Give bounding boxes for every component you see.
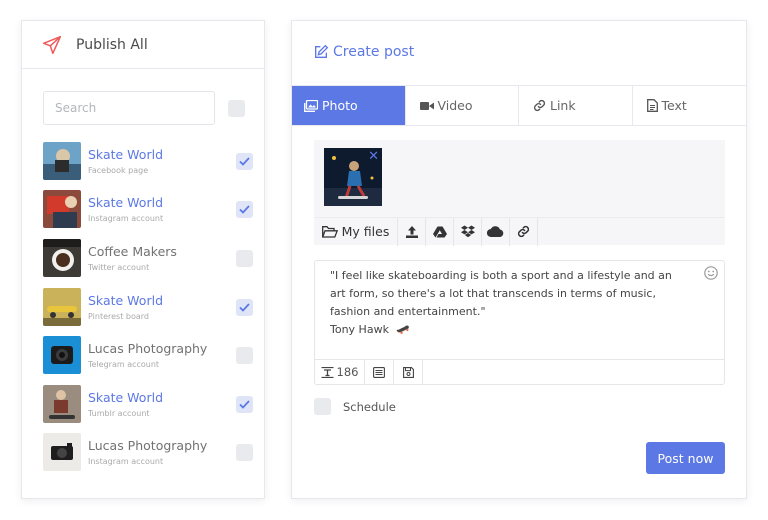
account-name: Lucas Photography (88, 438, 208, 453)
account-checkbox[interactable] (236, 443, 253, 461)
media-thumbnail[interactable]: ✕ (324, 148, 382, 206)
account-checkbox[interactable] (236, 152, 253, 170)
tab-label: Photo (322, 98, 358, 113)
caption-quote: "I feel like skateboarding is both a spo… (330, 269, 672, 318)
dropbox-icon (460, 225, 475, 238)
caption-text-area[interactable]: "I feel like skateboarding is both a spo… (330, 267, 690, 339)
caption-author: Tony Hawk (330, 323, 389, 336)
text-file-icon (646, 99, 658, 112)
create-post-panel: Create post Photo Video Link Text ✕ My f… (291, 20, 747, 499)
edit-icon (315, 44, 329, 58)
skateboard-emoji: 🛹 (395, 323, 410, 336)
account-checkbox[interactable] (236, 298, 253, 316)
save-icon (402, 366, 414, 378)
schedule-option: Schedule (314, 398, 396, 415)
check-icon (239, 399, 250, 409)
avatar (43, 433, 81, 471)
upload-icon (405, 225, 418, 238)
paper-plane-icon (42, 35, 62, 54)
tab-text[interactable]: Text (633, 86, 747, 125)
emoji-picker-icon[interactable] (704, 266, 718, 280)
video-icon (419, 101, 434, 110)
account-row[interactable]: Lucas Photography Instagram account (43, 432, 253, 472)
tab-photo[interactable]: Photo (292, 86, 406, 125)
account-row[interactable]: Skate World Tumblr account (43, 384, 253, 424)
list-icon (373, 366, 385, 378)
check-icon (239, 204, 250, 214)
schedule-checkbox[interactable] (314, 398, 331, 415)
account-type: Instagram account (88, 214, 164, 223)
dropbox-button[interactable] (454, 217, 482, 246)
check-icon (239, 156, 250, 166)
publish-panel-title: Publish All (76, 36, 148, 53)
post-type-tabs: Photo Video Link Text (292, 85, 746, 126)
account-checkbox[interactable] (236, 249, 253, 267)
link-icon (517, 225, 530, 238)
upload-button[interactable] (398, 217, 426, 246)
schedule-label: Schedule (343, 399, 396, 414)
media-source-bar: My files (314, 217, 725, 246)
account-type: Facebook page (88, 166, 149, 175)
account-type: Pinterest board (88, 312, 149, 321)
create-post-header: Create post (313, 44, 414, 60)
account-type: Twitter account (88, 263, 150, 272)
search-input[interactable] (43, 91, 215, 125)
avatar (43, 288, 81, 326)
account-row[interactable]: Lucas Photography Telegram account (43, 335, 253, 375)
avatar (43, 190, 81, 228)
tab-label: Link (550, 98, 576, 113)
cloud-button[interactable] (482, 217, 510, 246)
remove-media-icon[interactable]: ✕ (368, 150, 379, 163)
media-area: ✕ (314, 140, 725, 217)
account-checkbox[interactable] (236, 346, 253, 364)
check-icon (239, 302, 250, 312)
avatar (43, 142, 81, 180)
tab-label: Video (437, 98, 473, 113)
tab-link[interactable]: Link (519, 86, 633, 125)
my-files-button[interactable]: My files (314, 217, 398, 246)
account-row[interactable]: Skate World Instagram account (43, 189, 253, 229)
account-checkbox[interactable] (236, 395, 253, 413)
link-icon (533, 99, 546, 112)
account-row[interactable]: Skate World Pinterest board (43, 287, 253, 327)
google-drive-button[interactable] (426, 217, 454, 246)
account-name: Skate World (88, 390, 163, 405)
format-list-button[interactable] (365, 360, 394, 384)
caption-editor[interactable]: "I feel like skateboarding is both a spo… (314, 260, 725, 385)
google-drive-icon (432, 226, 447, 237)
account-name: Skate World (88, 195, 163, 210)
account-name: Skate World (88, 147, 163, 162)
account-name: Lucas Photography (88, 341, 208, 356)
cloud-icon (487, 226, 504, 237)
editor-toolbar: 186 (315, 359, 724, 384)
post-now-button[interactable]: Post now (646, 442, 725, 474)
account-name: Coffee Makers (88, 244, 177, 259)
account-name: Skate World (88, 293, 163, 308)
photo-icon (304, 99, 318, 112)
avatar (43, 336, 81, 374)
account-checkbox[interactable] (236, 200, 253, 218)
account-type: Tumblr account (88, 409, 150, 418)
avatar (43, 239, 81, 277)
my-files-label: My files (341, 224, 390, 239)
account-type: Telegram account (88, 360, 160, 369)
publish-all-panel: Publish All Skate World Facebook page Sk… (21, 20, 265, 499)
avatar (43, 385, 81, 423)
character-count-value: 186 (336, 365, 359, 379)
publish-panel-header: Publish All (22, 21, 264, 69)
search-row (43, 91, 245, 125)
select-all-checkbox[interactable] (228, 99, 245, 117)
tab-label: Text (661, 98, 687, 113)
folder-open-icon (321, 225, 338, 238)
create-post-title: Create post (333, 44, 415, 60)
save-draft-button[interactable] (394, 360, 423, 384)
text-height-icon (321, 366, 334, 378)
tab-video[interactable]: Video (406, 86, 519, 125)
caption-author-line: Tony Hawk 🛹 (330, 321, 690, 339)
url-link-button[interactable] (510, 217, 538, 246)
account-type: Instagram account (88, 457, 164, 466)
character-count: 186 (315, 360, 365, 384)
account-row[interactable]: Coffee Makers Twitter account (43, 238, 253, 278)
account-row[interactable]: Skate World Facebook page (43, 141, 253, 181)
